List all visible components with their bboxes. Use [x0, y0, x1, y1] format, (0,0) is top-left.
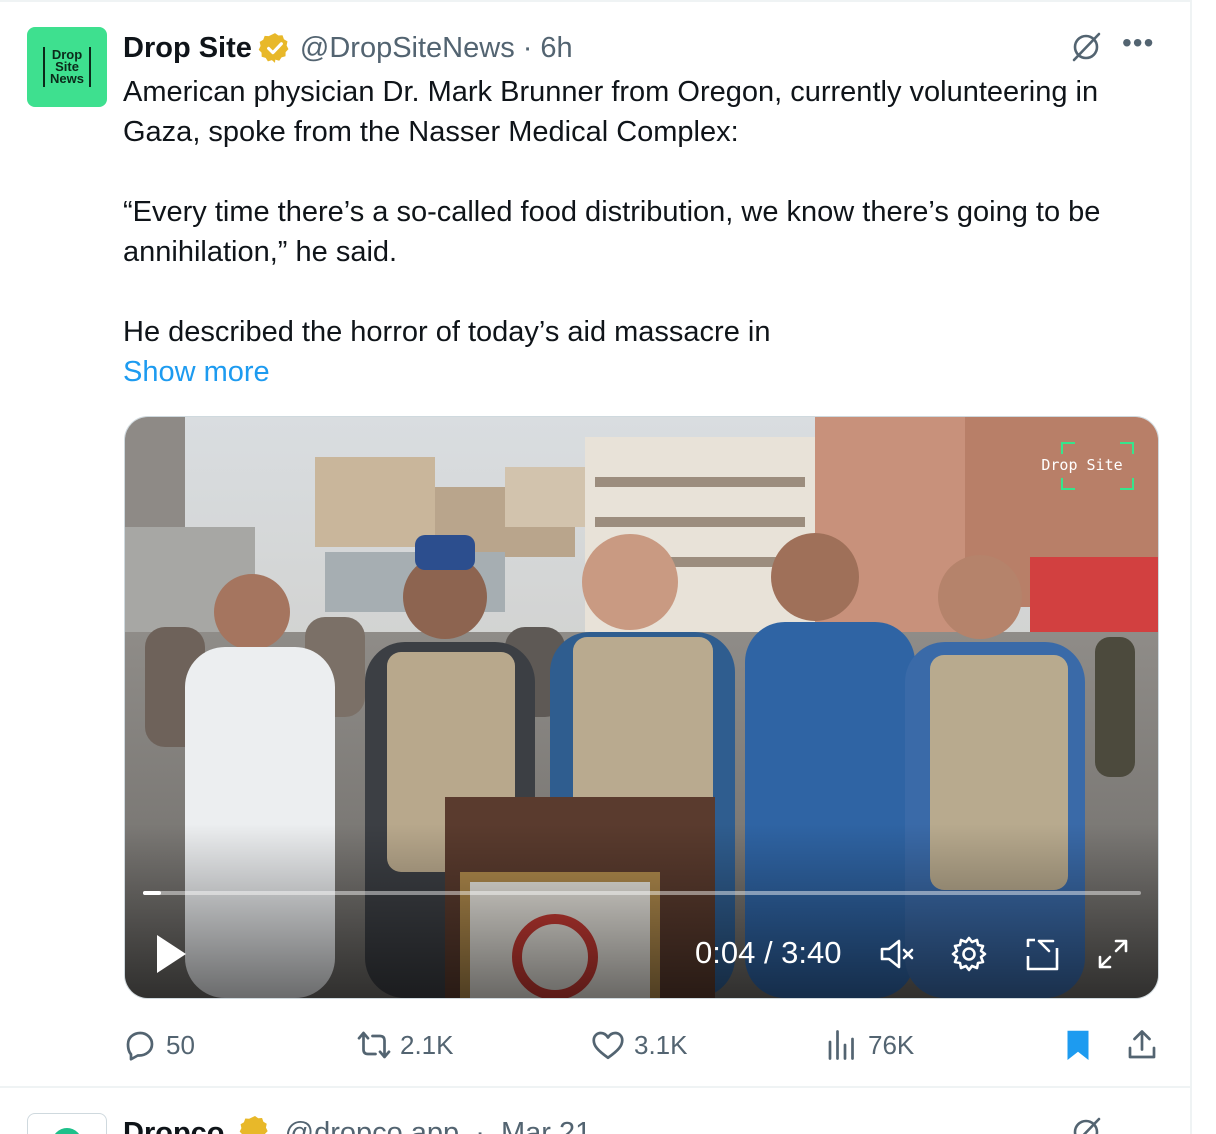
- tweet-actions: 50 2.1K 3.1K 76K: [0, 1020, 1190, 1070]
- video-watermark: Drop Site: [1030, 442, 1134, 490]
- video-progress-bar[interactable]: [143, 891, 1141, 895]
- author-handle[interactable]: @DropSiteNews: [300, 32, 515, 65]
- like-button[interactable]: 3.1K: [590, 1020, 688, 1070]
- avatar-logo: Drop Site News: [43, 47, 91, 87]
- author-name[interactable]: Drop Site: [123, 32, 252, 65]
- next-tweet-header: Dropco @dropco.app · Mar 21: [123, 1114, 591, 1134]
- column-border: [1190, 0, 1192, 1134]
- tweet-paragraph: “Every time there’s a so-called food dis…: [123, 196, 1109, 268]
- mute-icon[interactable]: [877, 934, 917, 974]
- next-tweet[interactable]: Dropco @dropco.app · Mar 21 •••: [0, 1088, 1190, 1134]
- top-divider: [0, 0, 1190, 2]
- avatar[interactable]: Drop Site News: [27, 27, 107, 107]
- grok-icon[interactable]: [1068, 29, 1104, 65]
- tweet-timestamp[interactable]: 6h: [540, 32, 572, 65]
- next-author-handle[interactable]: @dropco.app: [285, 1117, 460, 1134]
- tweet-header: Drop Site @DropSiteNews · 6h: [123, 28, 573, 68]
- reply-count: 50: [166, 1029, 195, 1060]
- next-header-separator: ·: [475, 1117, 485, 1134]
- next-author-name[interactable]: Dropco: [123, 1117, 225, 1134]
- repost-button[interactable]: 2.1K: [356, 1020, 454, 1070]
- more-options-icon[interactable]: •••: [1122, 1122, 1151, 1134]
- tweet-paragraph: He described the horror of today’s aid m…: [123, 316, 771, 348]
- next-avatar[interactable]: [27, 1113, 107, 1134]
- video-player[interactable]: Drop Site 0:04 / 3:40: [124, 416, 1159, 999]
- dock-icon[interactable]: [1023, 934, 1063, 974]
- watermark-text: Drop Site: [1041, 456, 1123, 474]
- show-more-link[interactable]: Show more: [123, 352, 1173, 392]
- reply-button[interactable]: 50: [122, 1020, 195, 1070]
- header-separator: ·: [522, 31, 533, 64]
- repost-icon: [357, 1031, 391, 1059]
- more-options-icon[interactable]: •••: [1122, 29, 1158, 57]
- video-timecode: 0:04 / 3:40: [695, 935, 842, 970]
- repost-count: 2.1K: [400, 1029, 454, 1060]
- reply-icon: [126, 1031, 154, 1061]
- like-count: 3.1K: [634, 1029, 688, 1060]
- video-progress-fill: [143, 891, 161, 895]
- share-icon[interactable]: [1124, 1026, 1160, 1064]
- fullscreen-icon[interactable]: [1093, 934, 1133, 974]
- settings-icon[interactable]: [949, 934, 989, 974]
- verified-badge-icon[interactable]: [258, 31, 292, 65]
- video-frame: [125, 417, 1158, 998]
- tweet-text: American physician Dr. Mark Brunner from…: [123, 72, 1173, 392]
- play-icon[interactable]: [153, 932, 189, 976]
- bookmark-icon[interactable]: [1060, 1026, 1096, 1064]
- tweet-paragraph: American physician Dr. Mark Brunner from…: [123, 76, 1107, 148]
- verified-badge-icon[interactable]: [239, 1114, 271, 1134]
- grok-icon[interactable]: [1068, 1114, 1104, 1134]
- view-count: 76K: [868, 1029, 915, 1060]
- views-button[interactable]: 76K: [824, 1020, 914, 1070]
- heart-icon: [592, 1031, 624, 1060]
- views-icon: [828, 1030, 854, 1060]
- next-tweet-timestamp[interactable]: Mar 21: [501, 1117, 591, 1134]
